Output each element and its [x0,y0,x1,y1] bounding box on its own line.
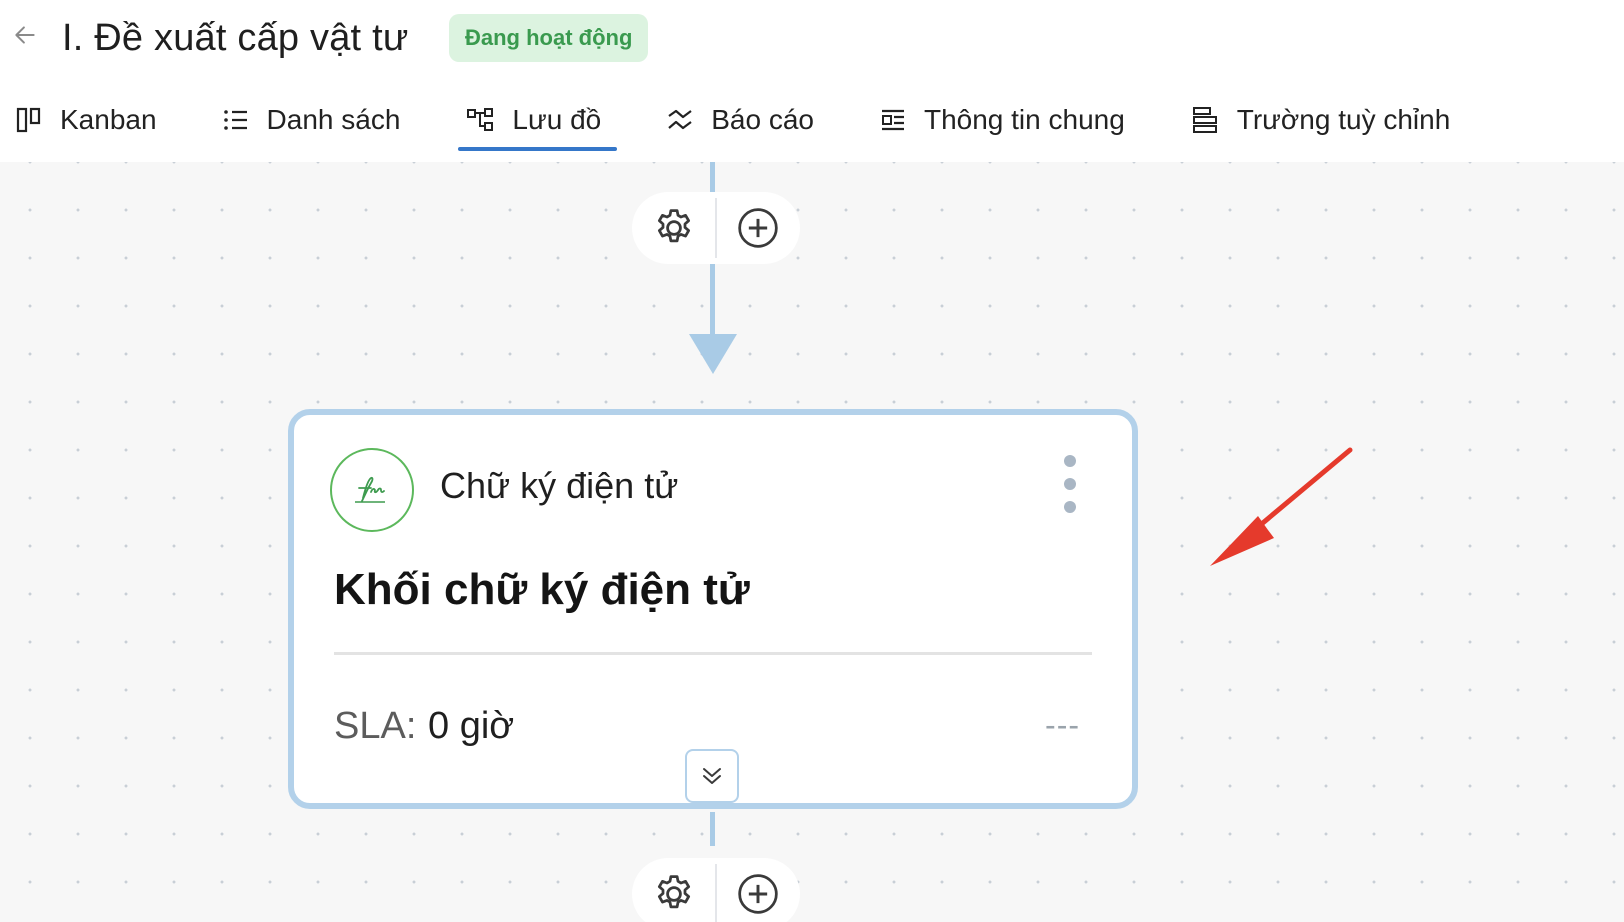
node-action-bar-bottom [632,858,800,922]
custom-fields-icon [1192,107,1217,133]
more-vertical-icon-dot [1064,455,1076,467]
tab-flowchart-label: Lưu đồ [512,104,602,135]
tab-kanban-label: Kanban [60,104,157,135]
info-icon [881,109,904,131]
tab-list[interactable]: Danh sách [207,92,409,148]
connector-line [710,162,715,192]
status-badge: Đang hoạt động [449,14,649,62]
tab-kanban[interactable]: Kanban [0,92,165,148]
flowchart-icon [467,108,494,131]
expand-node-button[interactable] [685,749,739,803]
kanban-icon [16,107,41,133]
tab-general-info[interactable]: Thông tin chung [864,92,1133,148]
tab-list-label: Danh sách [266,104,401,135]
node-title: Khối chữ ký điện tử [334,565,750,614]
more-vertical-icon-dot [1064,501,1076,513]
plus-circle-icon [738,874,779,914]
arrow-left-icon [15,26,35,44]
node-action-bar [632,192,800,264]
tab-flowchart[interactable]: Lưu đồ [450,92,618,151]
annotation-arrow-icon [1210,447,1353,566]
header: I. Đề xuất cấp vật tư Đang hoạt động Kan… [0,0,1624,162]
back-button[interactable] [10,20,40,50]
tab-general-info-label: Thông tin chung [923,104,1125,135]
tab-report-label: Báo cáo [711,104,814,135]
tab-custom-fields-label: Trường tuỳ chỉnh [1236,104,1451,135]
card-divider [334,652,1092,655]
connector-line [710,812,715,846]
connector-line [710,264,715,340]
list-icon [223,110,247,130]
signature-icon [355,476,385,503]
tab-custom-fields[interactable]: Trường tuỳ chỉnh [1175,92,1459,148]
page-title: I. Đề xuất cấp vật tư [62,17,409,59]
tab-report[interactable]: Báo cáo [651,92,822,148]
plus-circle-icon [738,208,779,248]
gear-icon [657,875,690,909]
settings-button[interactable] [632,858,715,922]
gear-icon [657,209,690,243]
connector-arrow [689,334,737,374]
node-assignee: --- [1045,707,1080,743]
double-chevron-down-icon [703,768,721,784]
add-node-button[interactable] [717,858,800,922]
add-node-button[interactable] [717,192,800,264]
report-icon [668,109,692,130]
node-menu-button[interactable] [1062,455,1078,513]
sla-value: 0 giờ [428,705,515,747]
node-type-label: Chữ ký điện tử [440,465,679,506]
signature-icon-container [330,448,414,532]
flow-node-card[interactable]: Chữ ký điện tử Khối chữ ký điện tử SLA: … [288,409,1138,809]
flow-canvas[interactable]: Chữ ký điện tử Khối chữ ký điện tử SLA: … [0,162,1624,922]
view-tabs: Kanban Danh sách Lưu đồ Báo cáo Thông ti… [0,90,1500,151]
settings-button[interactable] [632,192,715,264]
sla-label: SLA: [334,705,417,747]
more-vertical-icon-dot [1064,478,1076,490]
